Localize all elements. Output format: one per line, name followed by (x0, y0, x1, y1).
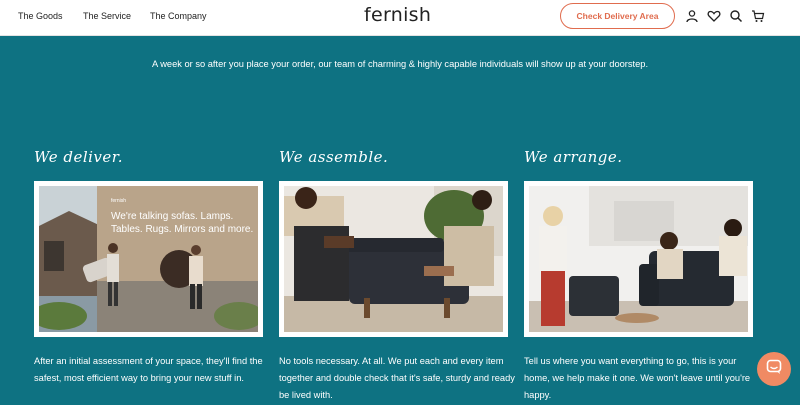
account-icon[interactable] (685, 9, 699, 23)
photo-frame (279, 181, 508, 337)
intro-text: A week or so after you place your order,… (151, 59, 649, 69)
search-icon[interactable] (729, 9, 743, 23)
chat-icon (766, 359, 782, 380)
column-body: No tools necessary. At all. We put each … (279, 356, 515, 400)
cart-icon[interactable] (751, 9, 765, 23)
assembly-photo (284, 186, 503, 332)
nav-the-company[interactable]: The Company (150, 11, 207, 21)
photo-frame: fernish We're talking sofas. Lamps. Tabl… (34, 181, 263, 337)
column-title: We assemble. (279, 148, 389, 166)
heart-icon[interactable] (707, 9, 721, 23)
column-arrange: We arrange. Tell us where you want every… (524, 148, 754, 404)
column-deliver: We deliver. fernish We're talking sofas.… (34, 148, 264, 387)
photo-brand-text: fernish (111, 198, 126, 204)
logo[interactable]: fernish (364, 4, 431, 26)
delivery-photo: fernish We're talking sofas. Lamps. Tabl… (39, 186, 258, 332)
nav-the-service[interactable]: The Service (83, 11, 131, 21)
column-title: We arrange. (524, 148, 623, 166)
photo-frame (524, 181, 753, 337)
nav-the-goods[interactable]: The Goods (18, 11, 63, 21)
column-body: After an initial assessment of your spac… (34, 356, 263, 383)
photo-caption-line-2: Tables. Rugs. Mirrors and more. (111, 224, 253, 235)
chat-button[interactable] (757, 352, 791, 386)
section-heading-partial (392, 28, 406, 36)
column-assemble: We assemble. No tools necessary. At all.… (279, 148, 515, 404)
arrangement-photo (529, 186, 748, 332)
column-body: Tell us where you want everything to go,… (524, 356, 751, 400)
check-delivery-area-button[interactable]: Check Delivery Area (560, 3, 675, 29)
photo-caption-line-1: We're talking sofas. Lamps. (111, 211, 233, 222)
column-title: We deliver. (34, 148, 124, 166)
